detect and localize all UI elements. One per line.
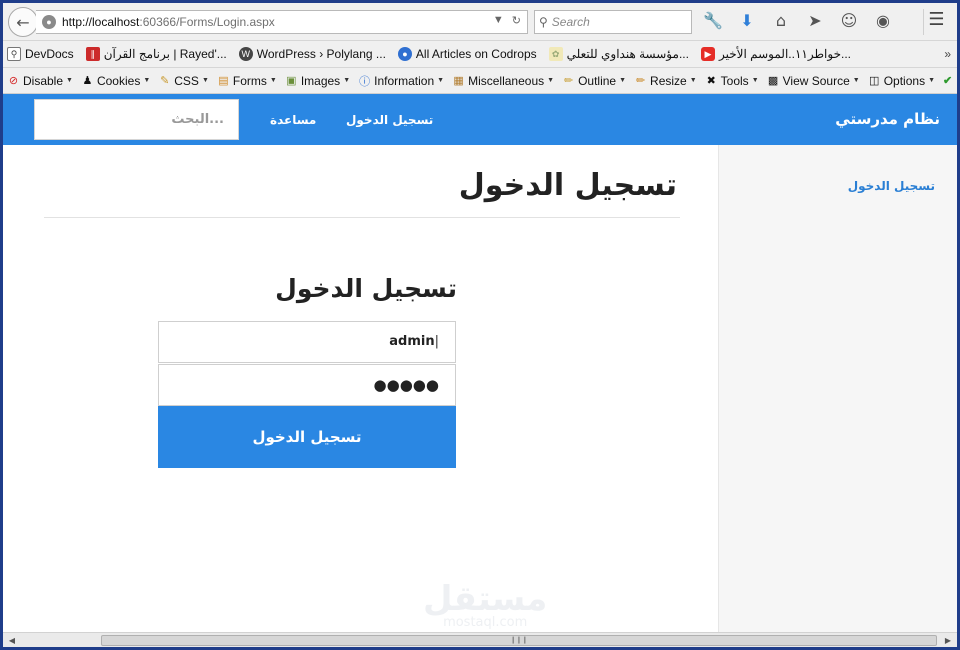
bookmark-5[interactable]: ▶ خواطر١١..الموسم الأخير...	[700, 47, 851, 61]
check-icon[interactable]: ✔	[943, 74, 952, 87]
color-picker-icon[interactable]: ◉	[873, 11, 893, 30]
wordpress-icon: W	[238, 47, 253, 61]
web-developer-toolbar: ⊘ Disable ▼ ♟ Cookies ▼ ✎ CSS ▼ ▤ Forms ▼ ▣ …	[3, 68, 957, 94]
information-icon: ⓘ	[359, 75, 371, 88]
back-button[interactable]: ←	[8, 7, 38, 37]
miscellaneous-icon: ▦	[453, 75, 464, 87]
webdev-css[interactable]: ✎ CSS ▼	[158, 74, 209, 88]
password-mask: ●●●●●	[373, 376, 439, 394]
browser-search-placeholder: Search	[551, 15, 590, 29]
hamburger-menu-icon[interactable]: ☰	[923, 9, 949, 35]
password-field[interactable]: ●●●●●	[158, 364, 456, 406]
scroll-thumb[interactable]: ❙❙❙	[101, 635, 937, 646]
cookies-icon: ♟	[82, 75, 93, 87]
caret-down-icon: ▼	[143, 77, 151, 84]
images-icon: ▣	[286, 75, 297, 87]
search-icon: ⚲	[539, 15, 548, 29]
username-value: admin	[389, 334, 435, 349]
resize-icon: ✏	[635, 75, 646, 87]
css-icon: ✎	[160, 75, 170, 87]
form-title: تسجيل الدخول	[275, 274, 457, 303]
bookmark-3[interactable]: ● All Articles on Codrops	[397, 47, 537, 61]
webdev-resize[interactable]: ✏ Resize ▼	[634, 74, 697, 88]
globe-icon: ●	[42, 15, 56, 29]
back-arrow-icon: ←	[16, 12, 30, 32]
mostaql-watermark: مستقل mostaql.com	[423, 582, 547, 630]
scroll-left-icon[interactable]: ◀	[5, 634, 19, 647]
login-form: admin| ●●●●● تسجيل الدخول	[158, 321, 456, 468]
title-divider	[44, 217, 680, 218]
bookmark-1[interactable]: ∥ برنامج القرآن | Rayed'...	[85, 47, 227, 61]
webdev-disable[interactable]: ⊘ Disable ▼	[7, 74, 73, 88]
webdev-outline[interactable]: ✏ Outline ▼	[562, 74, 626, 88]
webdev-information[interactable]: ⓘ Information ▼	[358, 74, 444, 88]
login-button[interactable]: تسجيل الدخول	[158, 406, 456, 468]
download-icon[interactable]: ⬇	[737, 11, 757, 30]
caret-down-icon: ▼	[619, 77, 627, 84]
site-navbar: نظام مدرستي تسجيل الدخول مساعدة البحث...	[3, 94, 957, 145]
page-title: تسجيل الدخول	[458, 168, 677, 203]
site-search-input[interactable]: البحث...	[34, 99, 239, 140]
reload-icon[interactable]: ↻	[512, 14, 521, 27]
webdev-tools[interactable]: ✖ Tools ▼	[705, 74, 759, 88]
caret-down-icon: ▼	[437, 77, 445, 84]
caret-down-icon: ▼	[689, 77, 697, 84]
wrench-icon[interactable]: 🔧	[703, 11, 723, 30]
caret-down-icon: ▼	[547, 77, 555, 84]
caret-down-icon: ▼	[928, 77, 936, 84]
sidebar: تسجيل الدخول	[718, 145, 957, 632]
web-page: نظام مدرستي تسجيل الدخول مساعدة البحث...…	[3, 94, 957, 632]
hindawi-icon: ✿	[548, 47, 563, 61]
caret-down-icon: ▼	[201, 77, 209, 84]
browser-navbar: ← ● http://localhost:60366/Forms/Login.a…	[3, 3, 957, 41]
options-icon: ◫	[869, 75, 880, 87]
address-bar[interactable]: ● http://localhost:60366/Forms/Login.asp…	[36, 10, 528, 34]
caret-down-icon: ▼	[343, 77, 351, 84]
site-brand[interactable]: نظام مدرستي	[835, 110, 940, 128]
bookmark-4[interactable]: ✿ مؤسسة هنداوي للتعلي...	[548, 47, 689, 61]
webdev-view-source[interactable]: ▩ View Source ▼	[767, 74, 860, 88]
nav-help-link[interactable]: مساعدة	[270, 113, 316, 127]
caret-down-icon: ▼	[66, 77, 73, 84]
bookmarks-overflow-icon[interactable]: »	[944, 47, 951, 61]
webdev-miscellaneous[interactable]: ▦ Miscellaneous ▼	[452, 74, 554, 88]
home-icon[interactable]: ⌂	[771, 11, 791, 30]
caret-down-icon: ▼	[269, 77, 277, 84]
caret-down-icon: ▼	[852, 77, 860, 84]
scroll-right-icon[interactable]: ▶	[941, 634, 955, 647]
browser-search-input[interactable]: ⚲ Search	[534, 10, 692, 34]
view-source-icon: ▩	[767, 75, 779, 87]
nav-login-link[interactable]: تسجيل الدخول	[346, 113, 433, 127]
dropdown-arrow-icon[interactable]: ▼	[493, 14, 504, 27]
browser-window: ← ● http://localhost:60366/Forms/Login.a…	[3, 3, 957, 647]
webdev-cookies[interactable]: ♟ Cookies ▼	[81, 74, 151, 88]
devdocs-icon: ⚲	[7, 47, 21, 61]
quran-app-icon: ∥	[85, 47, 100, 61]
webdev-images[interactable]: ▣ Images ▼	[285, 74, 350, 88]
youtube-icon: ▶	[700, 47, 715, 61]
caret-down-icon: ▼	[751, 77, 759, 84]
url-host: http://localhost	[62, 15, 140, 29]
username-field[interactable]: admin|	[158, 321, 456, 363]
url-path: :60366/Forms/Login.aspx	[139, 15, 275, 29]
disable-icon: ⊘	[8, 75, 19, 87]
chat-icon[interactable]: ☺	[839, 11, 859, 30]
horizontal-scrollbar[interactable]: ◀ ❙❙❙ ▶	[3, 632, 957, 647]
watermark-logo: مستقل	[423, 579, 548, 619]
bookmark-0[interactable]: ⚲ DevDocs	[7, 47, 74, 61]
codrops-icon: ●	[397, 47, 412, 61]
webdev-forms[interactable]: ▤ Forms ▼	[217, 74, 277, 88]
outline-icon: ✏	[563, 75, 574, 87]
bookmarks-toolbar: ⚲ DevDocs ∥ برنامج القرآن | Rayed'... W …	[3, 41, 957, 68]
webdev-options[interactable]: ◫ Options ▼	[868, 74, 935, 88]
sidebar-login-link[interactable]: تسجيل الدخول	[848, 179, 935, 193]
tools-icon: ✖	[706, 75, 716, 87]
send-icon[interactable]: ➤	[805, 11, 825, 30]
forms-icon: ▤	[218, 75, 229, 87]
bookmark-2[interactable]: W WordPress › Polylang ...	[238, 47, 386, 61]
